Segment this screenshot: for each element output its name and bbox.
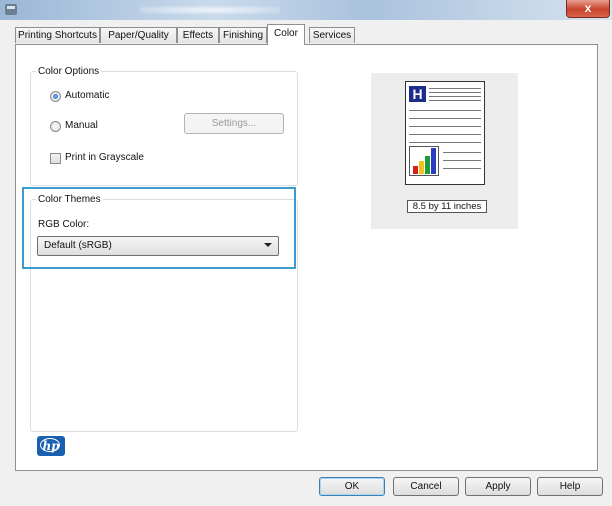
cancel-button[interactable]: Cancel (393, 477, 459, 496)
automatic-radio[interactable] (50, 91, 61, 102)
grayscale-label[interactable]: Print in Grayscale (65, 152, 144, 163)
chevron-down-icon (264, 243, 272, 247)
printer-properties-window: x Printing Shortcuts Paper/Quality Effec… (0, 0, 612, 506)
manual-radio[interactable] (50, 121, 61, 132)
preview-line (409, 134, 481, 135)
preview-line (409, 126, 481, 127)
tab-color[interactable]: Color (267, 24, 305, 45)
tab-effects[interactable]: Effects (177, 27, 219, 43)
hp-logo-text: hp (42, 439, 60, 453)
color-themes-legend: Color Themes (38, 194, 101, 205)
preview-heading-block: H (409, 86, 426, 102)
grayscale-checkbox[interactable] (50, 153, 61, 164)
rgb-color-select[interactable]: Default (sRGB) (37, 236, 279, 256)
preview-line (443, 160, 481, 161)
tab-printing-shortcuts[interactable]: Printing Shortcuts (15, 27, 100, 43)
tab-services[interactable]: Services (309, 27, 355, 43)
tab-paper-quality[interactable]: Paper/Quality (100, 27, 177, 43)
preview-line (429, 92, 481, 93)
color-options-legend: Color Options (38, 66, 100, 77)
preview-bar-yellow (419, 161, 424, 174)
preview-bar-blue (431, 148, 436, 174)
preview-bar-green (425, 156, 430, 174)
apply-button[interactable]: Apply (465, 477, 531, 496)
ok-button[interactable]: OK (319, 477, 385, 496)
manual-label[interactable]: Manual (65, 120, 98, 131)
printer-icon (5, 4, 17, 15)
settings-button[interactable]: Settings... (184, 113, 284, 134)
preview-line (429, 88, 481, 89)
preview-line (409, 110, 481, 111)
preview-page: H (405, 81, 485, 185)
title-glow (140, 6, 280, 14)
hp-logo: hp (37, 436, 65, 456)
rgb-color-label: RGB Color: (38, 219, 90, 230)
preview-chart (409, 146, 439, 176)
preview-line (429, 96, 481, 97)
page-size-label: 8.5 by 11 inches (407, 200, 487, 213)
preview-line (409, 118, 481, 119)
help-button[interactable]: Help (537, 477, 603, 496)
rgb-color-value: Default (sRGB) (44, 240, 112, 251)
title-bar[interactable]: x (0, 0, 612, 20)
preview-line (409, 142, 481, 143)
page-preview: H 8.5 by 11 inches (371, 73, 518, 229)
preview-bar-red (413, 166, 418, 174)
close-button[interactable]: x (566, 0, 610, 18)
automatic-label[interactable]: Automatic (65, 90, 109, 101)
preview-line (429, 100, 481, 101)
preview-line (443, 168, 481, 169)
tab-finishing[interactable]: Finishing (219, 27, 267, 43)
preview-line (443, 152, 481, 153)
